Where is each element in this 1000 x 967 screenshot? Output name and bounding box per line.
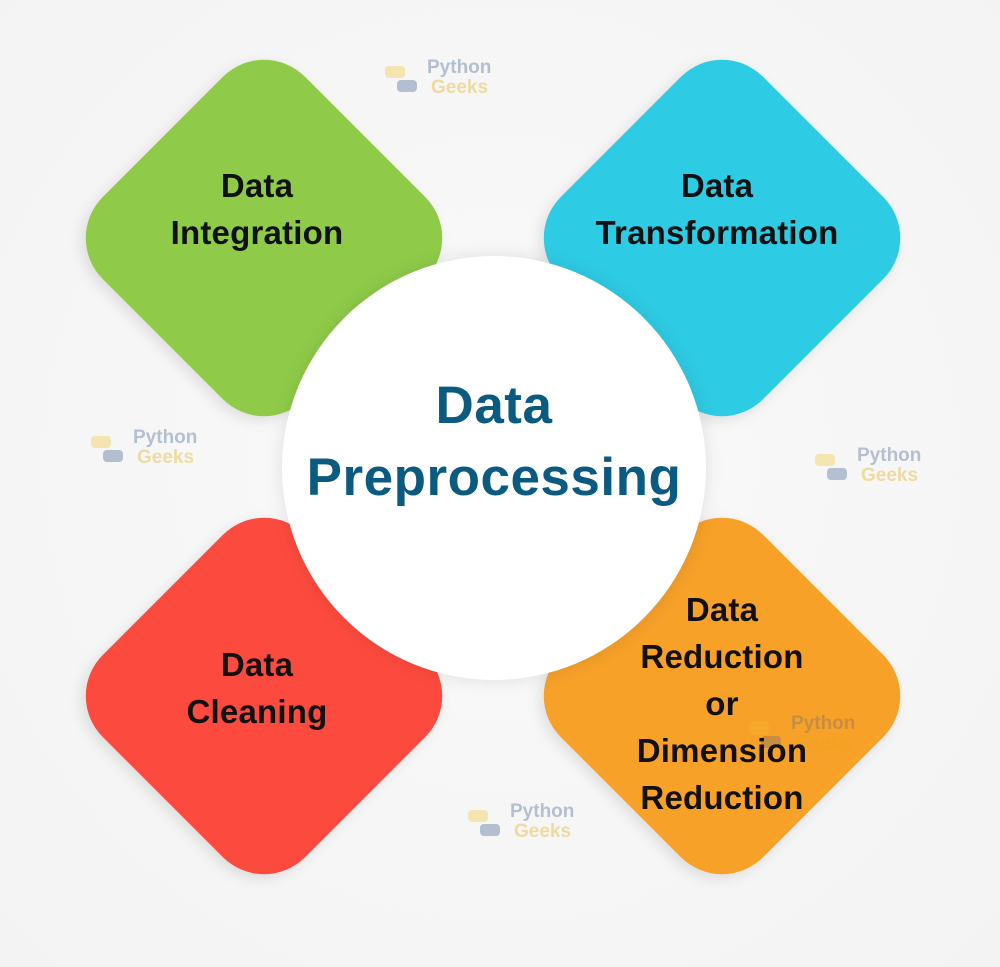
data-integration-label-line: Data <box>220 167 294 204</box>
python-geeks-logo-icon <box>385 66 417 92</box>
data-transformation-label-line: Transformation <box>595 214 839 251</box>
watermark-line2: Geeks <box>431 77 489 98</box>
data-reduction-label-line: Reduction <box>640 779 804 816</box>
watermark-line1: Python <box>427 57 492 78</box>
data-cleaning-label-line: Cleaning <box>186 693 328 730</box>
data-integration-label-line: Integration <box>170 214 344 251</box>
data-cleaning-label-line: Data <box>220 646 294 683</box>
watermark-line2: Geeks <box>514 821 572 842</box>
python-geeks-logo-icon <box>91 436 123 462</box>
data-transformation-label: Data Transformation <box>552 162 882 256</box>
watermark-line2: Geeks <box>861 465 919 486</box>
watermark-line2: Geeks <box>137 447 195 468</box>
center-title-line: Data <box>435 376 553 435</box>
watermark: Python Geeks <box>383 58 503 100</box>
watermark-line1: Python <box>857 445 922 466</box>
diagram-canvas: Python Geeks Python Geeks Python Geeks P… <box>0 0 1000 967</box>
data-transformation-label-line: Data <box>680 167 754 204</box>
data-integration-label: Data Integration <box>92 162 422 256</box>
watermark-line1: Python <box>133 427 198 448</box>
data-cleaning-label: Data Cleaning <box>92 641 422 735</box>
center-title-line: Preprocessing <box>306 448 682 507</box>
python-geeks-logo-icon <box>815 454 847 480</box>
watermark: Python Geeks <box>89 428 209 470</box>
center-title: Data Preprocessing <box>282 370 706 514</box>
python-geeks-logo-icon <box>468 810 500 836</box>
watermark: Python Geeks <box>813 446 933 488</box>
data-reduction-label-line: Dimension <box>636 732 808 769</box>
data-reduction-label-line: or <box>705 685 739 722</box>
